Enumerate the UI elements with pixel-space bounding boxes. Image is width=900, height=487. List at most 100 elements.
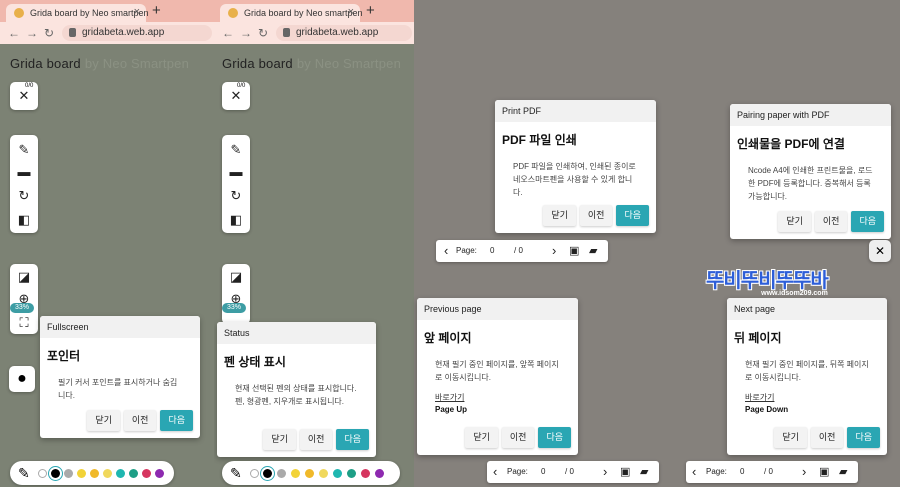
new-tab-button[interactable]: + xyxy=(366,2,375,19)
prev-page-button[interactable]: ‹ xyxy=(444,243,448,258)
rotate-icon[interactable]: ↻ xyxy=(229,189,243,203)
pairing-icon[interactable]: ▰ xyxy=(589,244,597,257)
watermark-logo: 뚜비뚜비뚜뚜바 www.idsom209.com xyxy=(706,264,829,297)
tab-title: Grida board by Neo smartpen xyxy=(30,8,149,18)
new-tab-button[interactable]: + xyxy=(152,2,161,19)
color-swatch-yellow[interactable] xyxy=(291,469,300,478)
pen-disconnected-icon[interactable]: ✕ xyxy=(229,89,243,103)
trash-icon[interactable]: ▬ xyxy=(229,165,243,179)
pen-counter: 0/0 xyxy=(237,83,246,89)
pointer-toggle-button[interactable]: ● xyxy=(9,366,35,392)
color-swatch-gray[interactable] xyxy=(277,469,286,478)
layers-icon[interactable]: ◧ xyxy=(17,213,31,227)
color-swatch-teal[interactable] xyxy=(333,469,342,478)
close-button[interactable]: 닫기 xyxy=(465,427,498,448)
color-swatch-green[interactable] xyxy=(129,469,138,478)
drawing-toolbar: ✎ ▬ ↻ ◧ xyxy=(222,135,250,233)
url-field[interactable]: gridabeta.web.app xyxy=(276,25,412,41)
color-swatch-purple[interactable] xyxy=(155,469,164,478)
forward-icon[interactable]: → xyxy=(240,26,252,40)
prev-page-button[interactable]: ‹ xyxy=(692,464,696,479)
color-swatch-black[interactable] xyxy=(51,469,60,478)
close-tab-icon[interactable]: × xyxy=(348,6,354,18)
page-current[interactable]: 0 xyxy=(490,246,494,255)
browser-tab[interactable]: Grida board by Neo smartpen × xyxy=(6,4,149,22)
prev-button[interactable]: 이전 xyxy=(123,410,157,431)
tooltip-status: Status 펜 상태 표시 현재 선택된 펜의 상태를 표시합니다. 펜, 형… xyxy=(217,322,376,457)
address-bar: ← → ↻ gridabeta.web.app xyxy=(214,22,414,44)
url-field[interactable]: gridabeta.web.app xyxy=(62,25,212,41)
close-tab-icon[interactable]: × xyxy=(134,6,140,18)
tooltip-body: Ncode A4에 인쇄한 프린트물을, 로드한 PDF에 등록합니다. 중복해… xyxy=(748,166,873,201)
pairing-icon[interactable]: ▰ xyxy=(839,465,847,478)
tooltip-body: 현재 필기 중인 페이지를, 뒤쪽 페이지로 이동시킵니다. xyxy=(745,360,869,382)
next-button[interactable]: 다음 xyxy=(616,205,649,226)
pen-icon[interactable]: ✎ xyxy=(17,143,31,157)
prev-button[interactable]: 이전 xyxy=(814,211,848,232)
close-button[interactable]: 닫기 xyxy=(87,410,120,431)
close-button[interactable]: 닫기 xyxy=(543,205,576,226)
page-current[interactable]: 0 xyxy=(740,467,744,476)
reload-icon[interactable]: ↻ xyxy=(258,26,268,40)
printer-icon[interactable]: ▣ xyxy=(620,465,630,478)
color-swatch-amber[interactable] xyxy=(305,469,314,478)
prev-button[interactable]: 이전 xyxy=(299,429,333,450)
next-button[interactable]: 다음 xyxy=(847,427,880,448)
next-page-button[interactable]: › xyxy=(603,464,607,479)
pen-disconnected-icon[interactable]: ✕ xyxy=(17,89,31,103)
prev-button[interactable]: 이전 xyxy=(810,427,844,448)
trash-icon[interactable]: ▬ xyxy=(17,165,31,179)
prev-button[interactable]: 이전 xyxy=(579,205,613,226)
color-swatch-white[interactable] xyxy=(38,469,47,478)
close-button[interactable]: 닫기 xyxy=(263,429,296,450)
prev-button[interactable]: 이전 xyxy=(501,427,535,448)
fit-width-icon[interactable]: ◪ xyxy=(229,270,243,284)
fit-width-icon[interactable]: ◪ xyxy=(17,270,31,284)
next-button[interactable]: 다음 xyxy=(851,211,884,232)
tooltip-header: Next page xyxy=(727,298,887,320)
view-toolbar: ◪ ⊕ ⛶ xyxy=(10,264,38,334)
rotate-icon[interactable]: ↻ xyxy=(17,189,31,203)
layers-icon[interactable]: ◧ xyxy=(229,213,243,227)
color-swatch-teal[interactable] xyxy=(116,469,125,478)
color-swatch-yellow[interactable] xyxy=(77,469,86,478)
page-current[interactable]: 0 xyxy=(541,467,545,476)
back-icon[interactable]: ← xyxy=(222,26,234,40)
close-button[interactable]: 닫기 xyxy=(774,427,807,448)
printer-icon[interactable]: ▣ xyxy=(819,465,829,478)
pen-icon[interactable]: ✎ xyxy=(229,143,243,157)
close-button[interactable]: 닫기 xyxy=(778,211,811,232)
prev-page-button[interactable]: ‹ xyxy=(493,464,497,479)
color-swatch-amber[interactable] xyxy=(90,469,99,478)
forward-icon[interactable]: → xyxy=(26,26,38,40)
next-button[interactable]: 다음 xyxy=(160,410,193,431)
next-button[interactable]: 다음 xyxy=(336,429,369,450)
color-swatch-lightyellow[interactable] xyxy=(103,469,112,478)
color-swatch-lightyellow[interactable] xyxy=(319,469,328,478)
board-title: Grida board by Neo Smartpen xyxy=(10,56,189,71)
location-pin-icon: ● xyxy=(17,370,27,387)
color-swatch-white[interactable] xyxy=(250,469,259,478)
shortcut-link[interactable]: 바로가기 xyxy=(417,384,578,403)
back-icon[interactable]: ← xyxy=(8,26,20,40)
fit-page-icon[interactable]: ⛶ xyxy=(17,316,31,330)
color-swatch-red[interactable] xyxy=(361,469,370,478)
next-page-button[interactable]: › xyxy=(802,464,806,479)
pen-settings-button[interactable]: ✕ xyxy=(869,240,891,262)
pen-connect-toolbar: ✕ 0/0 xyxy=(10,82,38,110)
color-swatch-red[interactable] xyxy=(142,469,151,478)
browser-tab[interactable]: Grida board by Neo smartpen × xyxy=(220,4,363,22)
shortcut-link[interactable]: 바로가기 xyxy=(727,384,887,403)
pen-status-icon[interactable]: ✎ xyxy=(230,465,242,482)
next-page-button[interactable]: › xyxy=(552,243,556,258)
pairing-icon[interactable]: ▰ xyxy=(640,465,648,478)
color-swatch-gray[interactable] xyxy=(64,469,73,478)
color-swatch-black[interactable] xyxy=(263,469,272,478)
reload-icon[interactable]: ↻ xyxy=(44,26,54,40)
color-swatch-green[interactable] xyxy=(347,469,356,478)
pen-icon[interactable]: ✎ xyxy=(18,465,30,482)
printer-icon[interactable]: ▣ xyxy=(569,244,579,257)
next-button[interactable]: 다음 xyxy=(538,427,571,448)
tooltip-prev-page: Previous page 앞 페이지 현재 필기 중인 페이지를, 앞쪽 페이… xyxy=(417,298,578,455)
color-swatch-purple[interactable] xyxy=(375,469,384,478)
